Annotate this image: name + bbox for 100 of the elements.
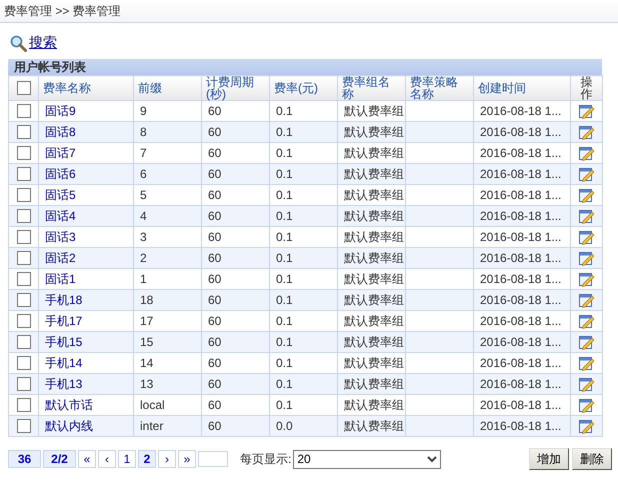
rate-name-link[interactable]: 手机18: [38, 290, 134, 310]
table-cell: 0.1: [270, 332, 338, 352]
checkbox[interactable]: [16, 356, 30, 370]
first-page-button[interactable]: «: [78, 450, 96, 468]
table-cell: 13: [134, 374, 202, 394]
table-cell: 60: [202, 248, 270, 268]
table-cell: 2016-08-18 1...: [474, 290, 570, 310]
edit-icon[interactable]: [579, 272, 594, 287]
table-cell: 默认费率组: [338, 248, 406, 268]
previous-page-button[interactable]: ‹: [98, 450, 116, 468]
last-page-button[interactable]: »: [178, 450, 196, 468]
table-cell: 60: [202, 290, 270, 310]
rate-name-link[interactable]: 手机13: [38, 374, 134, 394]
table-cell: 默认费率组: [338, 416, 406, 436]
column-header[interactable]: 费率名称: [38, 76, 134, 100]
checkbox[interactable]: [16, 146, 30, 160]
edit-icon[interactable]: [579, 376, 594, 392]
table-cell: 0.1: [270, 374, 338, 394]
edit-icon[interactable]: [579, 250, 594, 266]
table-cell: 18: [134, 290, 202, 310]
page-size-select[interactable]: 20: [293, 450, 442, 468]
page-info: 2/2: [43, 450, 76, 468]
edit-icon[interactable]: [579, 230, 594, 245]
checkbox[interactable]: [16, 188, 30, 202]
table-cell: 0.1: [270, 164, 338, 184]
column-header[interactable]: 操作: [570, 76, 602, 100]
column-header[interactable]: 创建时间: [474, 76, 570, 100]
table-cell: 60: [202, 122, 270, 142]
edit-icon[interactable]: [579, 398, 594, 413]
checkbox[interactable]: [16, 167, 30, 182]
table-cell: 默认费率组: [338, 374, 406, 394]
next-page-button[interactable]: ›: [158, 450, 176, 468]
table-cell: 60: [202, 164, 270, 184]
search-icon: [10, 34, 27, 52]
page-button[interactable]: 2: [138, 450, 156, 468]
table-cell: inter: [134, 416, 202, 436]
edit-icon[interactable]: [579, 166, 594, 182]
rate-name-link[interactable]: 默认内线: [38, 416, 134, 436]
checkbox[interactable]: [16, 377, 30, 392]
table-cell: 2: [134, 248, 202, 268]
checkbox[interactable]: [16, 104, 30, 118]
checkbox[interactable]: [16, 209, 30, 224]
page-input[interactable]: [198, 451, 228, 467]
table-cell: 默认费率组: [338, 290, 406, 310]
table-cell: 0.1: [270, 122, 338, 142]
checkbox[interactable]: [16, 419, 30, 434]
edit-icon[interactable]: [579, 356, 594, 371]
rate-name-link[interactable]: 固话6: [38, 164, 134, 184]
checkbox[interactable]: [16, 272, 30, 286]
edit-icon[interactable]: [579, 334, 594, 350]
table-cell: 默认费率组: [338, 122, 406, 142]
total-count: 36: [8, 450, 41, 468]
checkbox[interactable]: [16, 251, 30, 266]
search-link[interactable]: 搜索: [29, 34, 57, 52]
table-cell: 15: [134, 332, 202, 352]
edit-icon[interactable]: [579, 146, 594, 161]
edit-icon[interactable]: [579, 208, 594, 224]
table-cell: 0.0: [270, 416, 338, 436]
table-cell: 60: [202, 416, 270, 436]
rate-name-link[interactable]: 固话2: [38, 248, 134, 268]
edit-icon[interactable]: [579, 124, 594, 140]
table-cell: 2016-08-18 1...: [474, 416, 570, 436]
checkbox[interactable]: [16, 293, 30, 308]
rate-name-link[interactable]: 固话8: [38, 122, 134, 142]
table-cell: 4: [134, 206, 202, 226]
table-cell: 2016-08-18 1...: [474, 332, 570, 352]
checkbox[interactable]: [16, 398, 30, 412]
table-cell: 2016-08-18 1...: [474, 164, 570, 184]
table-cell: 8: [134, 122, 202, 142]
edit-icon[interactable]: [579, 292, 594, 308]
checkbox[interactable]: [16, 314, 30, 328]
action-button[interactable]: 增加: [529, 448, 569, 470]
checkbox[interactable]: [16, 125, 30, 140]
table-cell: 0.1: [270, 290, 338, 310]
edit-icon[interactable]: [579, 104, 594, 119]
column-header[interactable]: 计费周期(秒): [202, 76, 270, 100]
page-button[interactable]: 1: [118, 450, 136, 468]
rate-name-link[interactable]: 固话4: [38, 206, 134, 226]
edit-icon[interactable]: [579, 418, 594, 434]
table-cell: 2016-08-18 1...: [474, 248, 570, 268]
checkbox[interactable]: [16, 335, 30, 350]
table-cell: 6: [134, 164, 202, 184]
table-cell: 60: [202, 332, 270, 352]
column-header[interactable]: 前缀: [134, 76, 202, 100]
table-cell: 2016-08-18 1...: [474, 374, 570, 394]
column-header[interactable]: 费率策略名称: [406, 76, 474, 100]
table-cell: 默认费率组: [338, 164, 406, 184]
edit-icon[interactable]: [579, 188, 594, 203]
table-title: 用户帐号列表: [8, 59, 602, 75]
table-cell: 0.1: [270, 248, 338, 268]
checkbox[interactable]: [16, 81, 30, 95]
table-cell: 2016-08-18 1...: [474, 122, 570, 142]
table-cell: 60: [202, 206, 270, 226]
edit-icon[interactable]: [579, 314, 594, 329]
checkbox[interactable]: [16, 230, 30, 244]
action-button[interactable]: 删除: [572, 448, 612, 470]
rate-name-link[interactable]: 手机15: [38, 332, 134, 352]
column-header[interactable]: 费率组名称: [338, 76, 406, 100]
table-cell: 2016-08-18 1...: [474, 206, 570, 226]
column-header[interactable]: 费率(元): [270, 76, 338, 100]
